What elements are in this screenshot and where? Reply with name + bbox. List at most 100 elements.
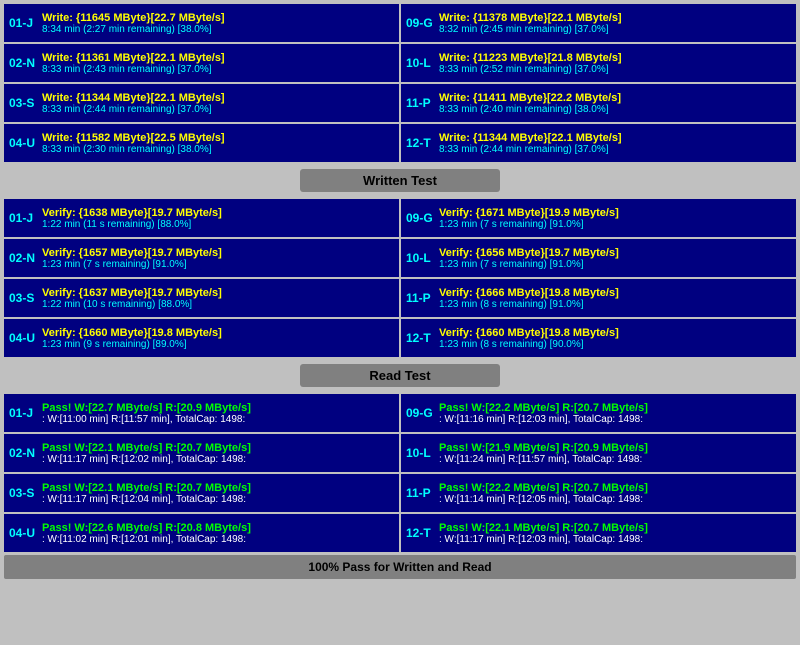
write-10l-line2: 8:33 min (2:52 min remaining) [37.0%] — [439, 64, 791, 75]
write-12t-line1: Write: {11344 MByte}[22.1 MByte/s] — [439, 132, 791, 144]
write-10l-line1: Write: {11223 MByte}[21.8 MByte/s] — [439, 52, 791, 64]
label-02n-verify: 02-N — [9, 251, 39, 265]
cell-09g-pass: 09-G Pass! W:[22.2 MByte/s] R:[20.7 MByt… — [401, 394, 796, 432]
pass-12t-line1: Pass! W:[22.1 MByte/s] R:[20.7 MByte/s] — [439, 522, 791, 534]
write-03s-line2: 8:33 min (2:44 min remaining) [37.0%] — [42, 104, 394, 115]
verify-04u-line2: 1:23 min (9 s remaining) [89.0%] — [42, 339, 394, 350]
write-02n-line1: Write: {11361 MByte}[22.1 MByte/s] — [42, 52, 394, 64]
write-11p-line1: Write: {11411 MByte}[22.2 MByte/s] — [439, 92, 791, 104]
label-02n-pass: 02-N — [9, 446, 39, 460]
label-01j-verify: 01-J — [9, 211, 39, 225]
write-04u-line1: Write: {11582 MByte}[22.5 MByte/s] — [42, 132, 394, 144]
cell-10l-verify: 10-L Verify: {1656 MByte}[19.7 MByte/s] … — [401, 239, 796, 277]
pass-09g-line2: : W:[11:16 min] R:[12:03 min], TotalCap:… — [439, 414, 791, 425]
label-09g-verify: 09-G — [406, 211, 436, 225]
pass-row-1: 01-J Pass! W:[22.7 MByte/s] R:[20.9 MByt… — [4, 394, 796, 432]
verify-03s-line1: Verify: {1637 MByte}[19.7 MByte/s] — [42, 287, 394, 299]
written-test-header: Written Test — [300, 169, 500, 192]
write-12t-line2: 8:33 min (2:44 min remaining) [37.0%] — [439, 144, 791, 155]
pass-row-4: 04-U Pass! W:[22.6 MByte/s] R:[20.8 MByt… — [4, 514, 796, 552]
label-03s-pass: 03-S — [9, 486, 39, 500]
read-test-header: Read Test — [300, 364, 500, 387]
cell-11p-verify: 11-P Verify: {1666 MByte}[19.8 MByte/s] … — [401, 279, 796, 317]
label-10l-pass: 10-L — [406, 446, 436, 460]
pass-10l-line2: : W:[11:24 min] R:[11:57 min], TotalCap:… — [439, 454, 791, 465]
cell-12t-pass: 12-T Pass! W:[22.1 MByte/s] R:[20.7 MByt… — [401, 514, 796, 552]
pass-04u-line2: : W:[11:02 min] R:[12:01 min], TotalCap:… — [42, 534, 394, 545]
verify-12t-line2: 1:23 min (8 s remaining) [90.0%] — [439, 339, 791, 350]
label-01j-write: 01-J — [9, 16, 39, 30]
verify-09g-line2: 1:23 min (7 s remaining) [91.0%] — [439, 219, 791, 230]
pass-section: 01-J Pass! W:[22.7 MByte/s] R:[20.9 MByt… — [4, 394, 796, 552]
label-11p-pass: 11-P — [406, 486, 436, 500]
label-09g-pass: 09-G — [406, 406, 436, 420]
cell-04u-write: 04-U Write: {11582 MByte}[22.5 MByte/s] … — [4, 124, 399, 162]
label-01j-pass: 01-J — [9, 406, 39, 420]
pass-11p-line1: Pass! W:[22.2 MByte/s] R:[20.7 MByte/s] — [439, 482, 791, 494]
label-02n-write: 02-N — [9, 56, 39, 70]
verify-02n-line2: 1:23 min (7 s remaining) [91.0%] — [42, 259, 394, 270]
pass-row-2: 02-N Pass! W:[22.1 MByte/s] R:[20.7 MByt… — [4, 434, 796, 472]
write-section: 01-J Write: {11645 MByte}[22.7 MByte/s] … — [4, 4, 796, 162]
pass-09g-line1: Pass! W:[22.2 MByte/s] R:[20.7 MByte/s] — [439, 402, 791, 414]
verify-04u-line1: Verify: {1660 MByte}[19.8 MByte/s] — [42, 327, 394, 339]
cell-02n-verify: 02-N Verify: {1657 MByte}[19.7 MByte/s] … — [4, 239, 399, 277]
verify-01j-line2: 1:22 min (11 s remaining) [88.0%] — [42, 219, 394, 230]
pass-12t-line2: : W:[11:17 min] R:[12:03 min], TotalCap:… — [439, 534, 791, 545]
cell-02n-pass: 02-N Pass! W:[22.1 MByte/s] R:[20.7 MByt… — [4, 434, 399, 472]
cell-10l-write: 10-L Write: {11223 MByte}[21.8 MByte/s] … — [401, 44, 796, 82]
verify-row-4: 04-U Verify: {1660 MByte}[19.8 MByte/s] … — [4, 319, 796, 357]
verify-09g-line1: Verify: {1671 MByte}[19.9 MByte/s] — [439, 207, 791, 219]
cell-09g-write: 09-G Write: {11378 MByte}[22.1 MByte/s] … — [401, 4, 796, 42]
verify-11p-line2: 1:23 min (8 s remaining) [91.0%] — [439, 299, 791, 310]
cell-11p-pass: 11-P Pass! W:[22.2 MByte/s] R:[20.7 MByt… — [401, 474, 796, 512]
cell-11p-write: 11-P Write: {11411 MByte}[22.2 MByte/s] … — [401, 84, 796, 122]
pass-02n-line1: Pass! W:[22.1 MByte/s] R:[20.7 MByte/s] — [42, 442, 394, 454]
cell-03s-write: 03-S Write: {11344 MByte}[22.1 MByte/s] … — [4, 84, 399, 122]
label-11p-write: 11-P — [406, 96, 436, 110]
pass-01j-line2: : W:[11:00 min] R:[11:57 min], TotalCap:… — [42, 414, 394, 425]
written-test-header-row: Written Test — [4, 165, 796, 196]
pass-01j-line1: Pass! W:[22.7 MByte/s] R:[20.9 MByte/s] — [42, 402, 394, 414]
pass-02n-line2: : W:[11:17 min] R:[12:02 min], TotalCap:… — [42, 454, 394, 465]
pass-04u-line1: Pass! W:[22.6 MByte/s] R:[20.8 MByte/s] — [42, 522, 394, 534]
verify-11p-line1: Verify: {1666 MByte}[19.8 MByte/s] — [439, 287, 791, 299]
verify-row-3: 03-S Verify: {1637 MByte}[19.7 MByte/s] … — [4, 279, 796, 317]
read-test-header-row: Read Test — [4, 360, 796, 391]
label-09g-write: 09-G — [406, 16, 436, 30]
cell-02n-write: 02-N Write: {11361 MByte}[22.1 MByte/s] … — [4, 44, 399, 82]
write-01j-line2: 8:34 min (2:27 min remaining) [38.0%] — [42, 24, 394, 35]
write-01j-line1: Write: {11645 MByte}[22.7 MByte/s] — [42, 12, 394, 24]
write-row-2: 02-N Write: {11361 MByte}[22.1 MByte/s] … — [4, 44, 796, 82]
write-11p-line2: 8:33 min (2:40 min remaining) [38.0%] — [439, 104, 791, 115]
label-03s-write: 03-S — [9, 96, 39, 110]
label-11p-verify: 11-P — [406, 291, 436, 305]
write-03s-line1: Write: {11344 MByte}[22.1 MByte/s] — [42, 92, 394, 104]
write-row-4: 04-U Write: {11582 MByte}[22.5 MByte/s] … — [4, 124, 796, 162]
cell-12t-write: 12-T Write: {11344 MByte}[22.1 MByte/s] … — [401, 124, 796, 162]
cell-01j-verify: 01-J Verify: {1638 MByte}[19.7 MByte/s] … — [4, 199, 399, 237]
verify-03s-line2: 1:22 min (10 s remaining) [88.0%] — [42, 299, 394, 310]
cell-01j-write: 01-J Write: {11645 MByte}[22.7 MByte/s] … — [4, 4, 399, 42]
verify-02n-line1: Verify: {1657 MByte}[19.7 MByte/s] — [42, 247, 394, 259]
cell-04u-verify: 04-U Verify: {1660 MByte}[19.8 MByte/s] … — [4, 319, 399, 357]
cell-10l-pass: 10-L Pass! W:[21.9 MByte/s] R:[20.9 MByt… — [401, 434, 796, 472]
verify-10l-line2: 1:23 min (7 s remaining) [91.0%] — [439, 259, 791, 270]
write-row-3: 03-S Write: {11344 MByte}[22.1 MByte/s] … — [4, 84, 796, 122]
label-04u-verify: 04-U — [9, 331, 39, 345]
pass-03s-line2: : W:[11:17 min] R:[12:04 min], TotalCap:… — [42, 494, 394, 505]
write-09g-line1: Write: {11378 MByte}[22.1 MByte/s] — [439, 12, 791, 24]
write-02n-line2: 8:33 min (2:43 min remaining) [37.0%] — [42, 64, 394, 75]
cell-09g-verify: 09-G Verify: {1671 MByte}[19.9 MByte/s] … — [401, 199, 796, 237]
verify-01j-line1: Verify: {1638 MByte}[19.7 MByte/s] — [42, 207, 394, 219]
label-03s-verify: 03-S — [9, 291, 39, 305]
verify-section: 01-J Verify: {1638 MByte}[19.7 MByte/s] … — [4, 199, 796, 357]
pass-11p-line2: : W:[11:14 min] R:[12:05 min], TotalCap:… — [439, 494, 791, 505]
verify-row-2: 02-N Verify: {1657 MByte}[19.7 MByte/s] … — [4, 239, 796, 277]
footer-status: 100% Pass for Written and Read — [4, 555, 796, 579]
cell-12t-verify: 12-T Verify: {1660 MByte}[19.8 MByte/s] … — [401, 319, 796, 357]
write-04u-line2: 8:33 min (2:30 min remaining) [38.0%] — [42, 144, 394, 155]
main-container: 01-J Write: {11645 MByte}[22.7 MByte/s] … — [0, 0, 800, 583]
verify-12t-line1: Verify: {1660 MByte}[19.8 MByte/s] — [439, 327, 791, 339]
verify-row-1: 01-J Verify: {1638 MByte}[19.7 MByte/s] … — [4, 199, 796, 237]
